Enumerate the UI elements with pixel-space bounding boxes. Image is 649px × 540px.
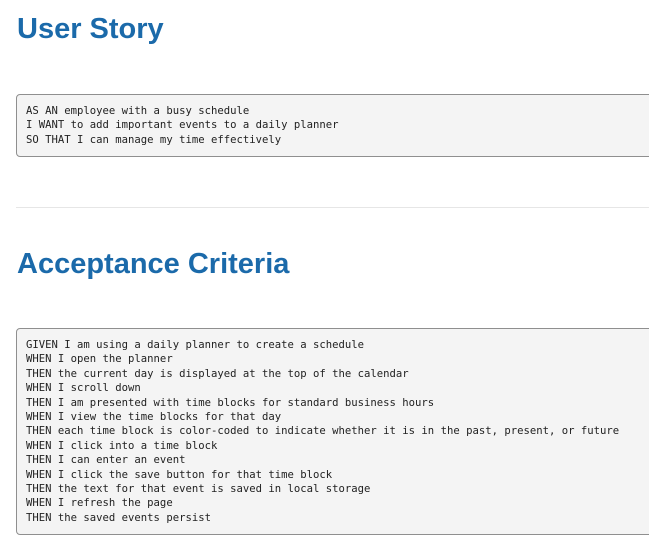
criteria-line: THEN the current day is displayed at the… — [26, 367, 409, 380]
section-divider — [16, 207, 649, 208]
user-story-code-block: AS AN employee with a busy schedule I WAN… — [16, 94, 649, 157]
criteria-line: GIVEN I am using a daily planner to crea… — [26, 339, 365, 351]
acceptance-criteria-heading: Acceptance Criteria — [17, 248, 290, 280]
criteria-line: THEN each time block is color-coded to i… — [26, 425, 620, 438]
criteria-line: WHEN I view the time blocks for that day — [26, 411, 282, 424]
criteria-line: THEN the text for that event is saved in… — [26, 483, 371, 496]
user-story-line: SO THAT I can manage my time effectively — [26, 133, 282, 146]
criteria-line: WHEN I scroll down — [26, 382, 141, 395]
user-story-heading: User Story — [17, 13, 164, 45]
user-story-line: I WANT to add important events to a dail… — [26, 119, 339, 132]
criteria-line: THEN I am presented with time blocks for… — [26, 396, 435, 409]
criteria-line: WHEN I click into a time block — [26, 439, 218, 452]
criteria-line: THEN I can enter an event — [26, 454, 186, 467]
page: User Story AS AN employee with a busy sc… — [0, 0, 649, 540]
criteria-line: WHEN I open the planner — [26, 353, 173, 366]
criteria-line: WHEN I refresh the page — [26, 497, 173, 510]
criteria-line: THEN the saved events persist — [26, 511, 211, 524]
acceptance-criteria-code-block: GIVEN I am using a daily planner to crea… — [16, 328, 649, 535]
criteria-line: WHEN I click the save button for that ti… — [26, 468, 333, 481]
user-story-line: AS AN employee with a busy schedule — [26, 105, 250, 117]
